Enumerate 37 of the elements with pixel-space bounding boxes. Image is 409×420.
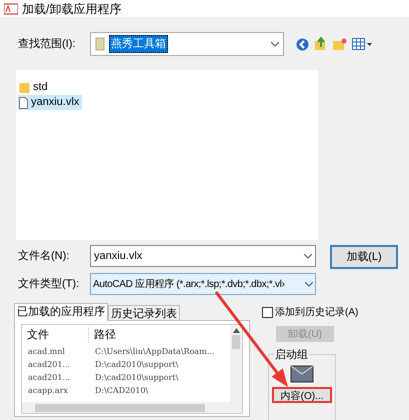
table-cell-text: acapp.arx	[27, 384, 69, 396]
file-name-label: 文件名(N):	[18, 248, 70, 264]
file-item[interactable]: yanxiu.vlx	[18, 95, 82, 110]
app-icon	[4, 2, 18, 14]
look-in-label: 查找范围(I):	[18, 36, 76, 52]
folder-icon	[19, 82, 30, 94]
column-header[interactable]: 文件	[22, 326, 89, 344]
back-icon[interactable]	[296, 38, 309, 50]
file-type-label: 文件类型(T):	[18, 276, 80, 292]
file-icon	[19, 96, 28, 108]
tab[interactable]: 已加载的应用程序	[14, 303, 108, 321]
contents-button[interactable]: 内容(O)...	[272, 387, 332, 403]
history-checkbox[interactable]	[262, 307, 273, 318]
view-menu-icon[interactable]	[352, 38, 372, 50]
column-header[interactable]: 路径	[89, 326, 121, 344]
file-type-dropdown[interactable]: AutoCAD 应用程序 (*.arx;*.lsp;*.dvb;*.dbx;*.vl›	[90, 273, 316, 295]
scroll-up-icon[interactable]	[232, 328, 240, 333]
tab[interactable]: 历史记录列表	[108, 305, 180, 321]
file-item[interactable]: std	[18, 80, 51, 95]
table-cell-text: C:\Users\liu\AppData\Roam...	[94, 346, 216, 358]
up-folder-icon[interactable]	[314, 37, 327, 51]
load-button[interactable]: 加载(L)	[330, 245, 398, 269]
horizontal-scrollbar[interactable]	[22, 402, 242, 413]
look-in-dropdown[interactable]: 燕秀工具箱	[90, 32, 284, 56]
checkbox-label: 添加到历史记录(A)	[275, 306, 358, 320]
new-folder-icon[interactable]	[332, 38, 347, 50]
table-cell-text: acad201...	[27, 358, 72, 370]
table-cell-text: D:\CAD2010\	[94, 384, 150, 396]
folder-icon	[95, 37, 105, 51]
window-title: 加载/卸载应用程序	[22, 0, 122, 18]
table-cell-text: acad201...	[27, 372, 72, 384]
vertical-scrollbar[interactable]	[230, 325, 242, 402]
table-cell-text: D:\cad2010\support\	[94, 372, 180, 384]
file-name-field[interactable]: yanxiu.vlx	[90, 245, 316, 267]
table-cell-text: D:\cad2010\support\	[94, 358, 180, 370]
table-cell-text: acad.mnl	[27, 346, 66, 358]
scroll-thumb[interactable]	[232, 335, 240, 349]
